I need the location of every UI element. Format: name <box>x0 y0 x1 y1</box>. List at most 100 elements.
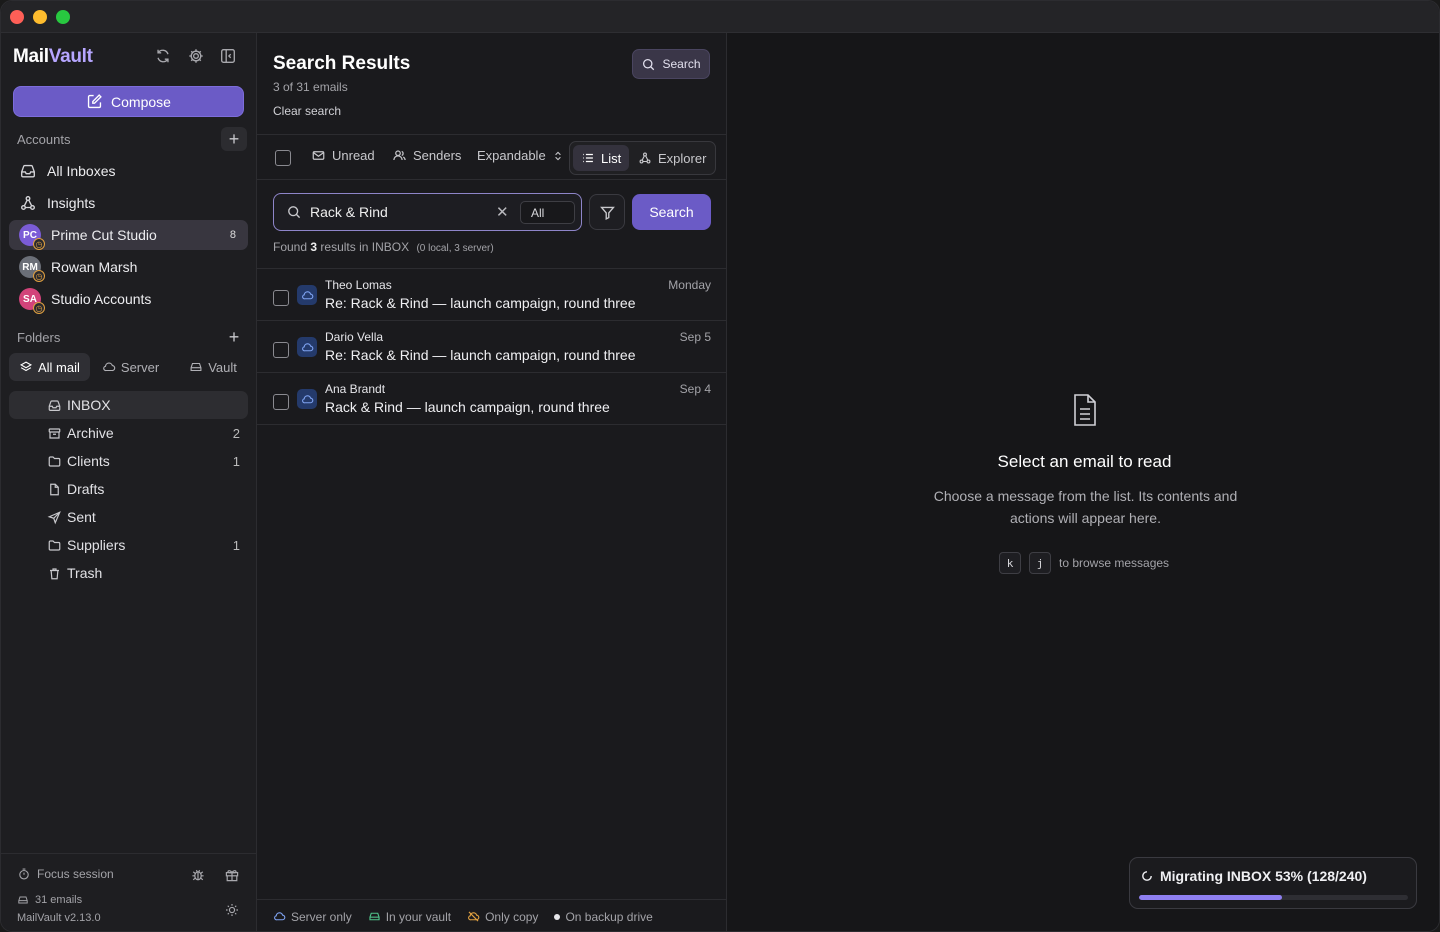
sidebar-footer: Focus session 31 emails MailVault v2.13.… <box>1 853 257 931</box>
send-icon <box>47 510 61 524</box>
found-detail: (0 local, 3 server) <box>416 243 494 254</box>
trash-icon <box>50 567 59 579</box>
insights-icon <box>21 196 35 210</box>
add-folder-button[interactable]: + <box>221 325 247 349</box>
folder-sent[interactable]: Sent <box>9 503 248 531</box>
empty-state-description: Choose a message from the list. Its cont… <box>933 488 1238 526</box>
select-all-checkbox[interactable] <box>275 150 291 166</box>
folder-label: Drafts <box>67 481 105 497</box>
scope-value: All <box>531 206 545 220</box>
folder-count: 1 <box>232 453 240 469</box>
server-only-cloud-icon <box>297 285 317 305</box>
theme-toggle-sun-icon[interactable] <box>224 902 240 918</box>
filter-button[interactable] <box>589 194 625 230</box>
folder-clients[interactable]: Clients 1 <box>9 447 248 475</box>
avatar: SA ◷ <box>19 288 45 314</box>
inbox-icon <box>48 399 61 411</box>
unread-count-badge: 8 <box>229 229 236 241</box>
compose-button[interactable]: Compose <box>13 86 244 117</box>
sidebar-item-insights[interactable]: Insights <box>9 188 248 218</box>
folder-archive[interactable]: Archive 2 <box>9 419 248 447</box>
tab-all-mail[interactable]: All mail <box>9 353 90 381</box>
bug-report-icon[interactable] <box>190 867 206 883</box>
vault-icon <box>18 896 28 904</box>
legend-label: Server only <box>291 909 352 924</box>
email-checkbox[interactable] <box>273 290 289 306</box>
open-search-button[interactable]: Search <box>632 49 710 79</box>
email-date: Monday <box>668 278 711 292</box>
email-row[interactable]: Ana Brandt Rack & Rind — launch campaign… <box>257 373 727 425</box>
legend-backup-drive: On backup drive <box>554 910 653 924</box>
run-search-button[interactable]: Search <box>632 194 711 230</box>
search-summary: Found 3 results in INBOX (0 local, 3 ser… <box>273 240 494 254</box>
folder-trash[interactable]: Trash <box>9 559 248 587</box>
brand-main-text: Mail <box>13 46 49 67</box>
tab-label: Server <box>120 359 160 375</box>
chevron-up-down-icon <box>554 151 561 160</box>
folder-suppliers[interactable]: Suppliers 1 <box>9 531 248 559</box>
list-icon <box>583 153 593 163</box>
email-row[interactable]: Theo Lomas Re: Rack & Rind — launch camp… <box>257 269 727 321</box>
folder-drafts[interactable]: Drafts <box>9 475 248 503</box>
search-input[interactable]: Rack & Rind ✕ All <box>273 193 582 231</box>
search-button-label: Search <box>662 57 701 71</box>
email-date: Sep 5 <box>679 330 711 344</box>
add-account-button[interactable]: + <box>221 127 247 151</box>
vault-icon <box>369 912 380 921</box>
email-checkbox[interactable] <box>273 342 289 358</box>
folder-label: Clients <box>67 453 110 469</box>
gift-icon[interactable] <box>224 867 240 883</box>
folder-label: Suppliers <box>67 537 126 553</box>
clear-query-icon[interactable]: ✕ <box>496 203 509 221</box>
folders-section-label: Folders <box>17 330 61 345</box>
checkbox <box>275 150 291 166</box>
folder-inbox[interactable]: INBOX <box>9 391 248 419</box>
users-icon <box>393 150 406 161</box>
sidebar-item-all-inboxes[interactable]: All Inboxes <box>9 156 248 186</box>
file-icon <box>50 483 59 495</box>
refresh-icon[interactable] <box>154 47 174 67</box>
sidebar-item-rowan-marsh[interactable]: RM ◷ Rowan Marsh <box>9 252 248 282</box>
email-subject: Rack & Rind — launch campaign, round thr… <box>325 399 610 415</box>
dot-icon <box>554 913 561 920</box>
legend-only-copy: Only copy <box>467 910 538 924</box>
sidebar-item-studio-accounts[interactable]: SA ◷ Studio Accounts <box>9 284 248 314</box>
migration-progress-fill <box>1139 895 1282 900</box>
key-k: k <box>999 552 1021 574</box>
tab-label: All mail <box>38 359 80 375</box>
folder-icon <box>48 455 61 467</box>
minimize-window-button[interactable] <box>33 10 47 24</box>
cloud-icon <box>103 362 116 372</box>
email-checkbox[interactable] <box>273 394 289 410</box>
folder-label: INBOX <box>67 397 111 413</box>
filter-senders-button[interactable]: Senders <box>392 148 461 163</box>
tab-vault[interactable]: Vault <box>179 353 247 381</box>
reading-pane: Select an email to read Choose a message… <box>728 33 1439 931</box>
folder-label: Archive <box>67 425 114 441</box>
close-window-button[interactable] <box>10 10 24 24</box>
found-count: 3 <box>310 240 318 254</box>
clear-search-link[interactable]: Clear search <box>273 104 341 118</box>
cloud-off-icon <box>468 911 480 922</box>
tab-server[interactable]: Server <box>92 353 169 381</box>
expandable-label: Expandable <box>477 148 546 163</box>
view-explorer-button[interactable]: Explorer <box>630 145 714 171</box>
app-window: MailVault Compose Accounts + All Inboxes… <box>0 0 1440 932</box>
settings-gear-icon[interactable] <box>187 47 207 67</box>
page-title: Search Results <box>273 53 411 74</box>
search-scope-select[interactable]: All <box>520 201 575 224</box>
filter-unread-button[interactable]: Unread <box>311 148 375 163</box>
server-only-cloud-icon <box>297 389 317 409</box>
expandable-dropdown[interactable]: Expandable <box>477 148 564 163</box>
spinner-icon <box>1142 871 1152 881</box>
view-list-button[interactable]: List <box>573 145 630 171</box>
email-subject: Re: Rack & Rind — launch campaign, round… <box>325 347 636 363</box>
email-row[interactable]: Dario Vella Re: Rack & Rind — launch cam… <box>257 321 727 373</box>
sidebar-item-prime-cut-studio[interactable]: PC ◷ Prime Cut Studio 8 <box>9 220 248 250</box>
email-sender: Theo Lomas <box>325 278 392 292</box>
focus-session-button[interactable]: Focus session <box>17 867 114 881</box>
zoom-window-button[interactable] <box>56 10 70 24</box>
email-count: 31 emails <box>17 894 82 906</box>
collapse-sidebar-icon[interactable] <box>219 47 239 67</box>
document-icon <box>1074 394 1096 426</box>
